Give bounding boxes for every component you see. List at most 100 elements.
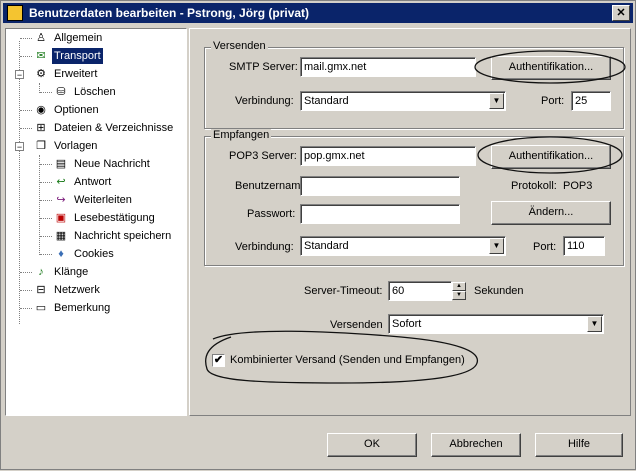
receive-port-label: Port: <box>533 241 557 253</box>
timeout-spinner[interactable]: ▲ ▼ <box>452 282 466 300</box>
tree-item-label: Erweitert <box>54 68 98 80</box>
send-auth-button[interactable]: Authentifikation... <box>491 56 611 80</box>
timeout-label: Server-Timeout: <box>304 285 383 297</box>
password-input[interactable] <box>300 204 460 224</box>
tree-line <box>40 164 52 165</box>
app-icon <box>7 5 23 21</box>
send-mode-select[interactable]: Sofort ▼ <box>388 314 604 334</box>
combined-send-checkbox[interactable]: ✔ <box>212 354 225 367</box>
tree-line <box>40 200 52 201</box>
note-icon: ▭ <box>35 302 47 314</box>
send-connection-value: Standard <box>304 95 349 107</box>
window-title: Benutzerdaten bearbeiten - Pstrong, Jörg… <box>29 6 310 20</box>
cancel-button[interactable]: Abbrechen <box>431 433 521 457</box>
tree-item-label: Allgemein <box>54 32 103 44</box>
smtp-label: SMTP Server: <box>229 61 298 73</box>
tree-item-label: Vorlagen <box>54 140 98 152</box>
reply-icon: ↩ <box>56 176 66 188</box>
receive-group: Empfangen POP3 Server: pop.gmx.net Authe… <box>204 129 624 266</box>
pop3-label: POP3 Server: <box>229 150 297 162</box>
tree-item-label: Dateien & Verzeichnisse <box>54 122 174 134</box>
send-connection-select[interactable]: Standard ▼ <box>300 91 506 111</box>
protocol-label: Protokoll: <box>511 180 557 192</box>
dialog-window: Benutzerdaten bearbeiten - Pstrong, Jörg… <box>0 0 636 470</box>
username-input[interactable] <box>300 176 460 196</box>
sound-icon: ♪ <box>38 266 44 278</box>
receive-connection-label: Verbindung: <box>235 241 294 253</box>
password-label: Passwort: <box>247 208 296 220</box>
tree-line <box>40 236 52 237</box>
change-button[interactable]: Ändern... <box>491 201 611 225</box>
combined-send-label[interactable]: Kombinierter Versand (Senden und Empfang… <box>230 354 465 366</box>
settings-tree: − − ♙ Allgemein ✉ Transport ⚙ Erweitert … <box>5 28 187 416</box>
receive-connection-select[interactable]: Standard ▼ <box>300 236 506 256</box>
tree-line <box>20 110 32 111</box>
templates-icon: ❐ <box>36 140 46 152</box>
tree-item-label: Löschen <box>74 86 116 98</box>
spin-down-icon[interactable]: ▼ <box>452 291 466 300</box>
send-group: Versenden SMTP Server: mail.gmx.net Auth… <box>204 40 624 129</box>
network-icon: ⚙ <box>36 68 46 80</box>
tree-line <box>20 56 32 57</box>
folders-icon: ⊞ <box>36 122 46 134</box>
tree-line <box>20 38 32 39</box>
close-button[interactable]: ✕ <box>612 5 630 21</box>
cookie-icon: ♦ <box>58 248 64 260</box>
tree-item-label: Nachricht speichern <box>74 230 172 242</box>
options-icon: ◉ <box>36 104 46 116</box>
send-connection-label: Verbindung: <box>235 95 294 107</box>
tree-line <box>40 92 52 93</box>
tree-item-label: Bemerkung <box>54 302 111 314</box>
tree-line <box>20 308 32 309</box>
tree-item-label: Transport <box>52 48 103 64</box>
tree-line <box>39 155 40 255</box>
document-icon: ▤ <box>55 158 67 170</box>
tree-line <box>40 254 52 255</box>
tree-line <box>20 128 32 129</box>
network-icon: ⊟ <box>36 284 46 296</box>
protocol-value: POP3 <box>563 180 593 192</box>
receive-group-title: Empfangen <box>211 129 272 141</box>
receive-auth-button[interactable]: Authentifikation... <box>491 145 611 169</box>
receipt-icon: ▣ <box>55 212 67 224</box>
transport-panel: Versenden SMTP Server: mail.gmx.net Auth… <box>189 28 631 416</box>
chevron-down-icon[interactable]: ▼ <box>489 238 504 254</box>
chevron-down-icon[interactable]: ▼ <box>489 93 504 109</box>
tree-item-label: Weiterleiten <box>74 194 132 206</box>
tree-item-label: Optionen <box>54 104 99 116</box>
transport-icon: ✉ <box>36 50 46 62</box>
timeout-input[interactable]: 60 <box>388 281 452 301</box>
send-mode-value: Sofort <box>392 318 422 330</box>
person-icon: ♙ <box>36 32 46 44</box>
help-button[interactable]: Hilfe <box>535 433 623 457</box>
receive-port-input[interactable]: 110 <box>563 236 605 256</box>
tree-item-label: Cookies <box>74 248 114 260</box>
pop3-server-input[interactable]: pop.gmx.net <box>300 146 476 166</box>
timeout-unit: Sekunden <box>474 285 524 297</box>
tree-item-label: Neue Nachricht <box>74 158 150 170</box>
tree-line <box>19 41 20 324</box>
tree-line <box>40 182 52 183</box>
tree-item-label: Lesebestätigung <box>74 212 155 224</box>
tree-expander-erweitert[interactable]: − <box>15 70 24 80</box>
receive-connection-value: Standard <box>304 240 349 252</box>
send-port-input[interactable]: 25 <box>571 91 611 111</box>
tree-line <box>20 290 32 291</box>
tree-line <box>20 272 32 273</box>
tree-line <box>40 218 52 219</box>
database-icon: ⛁ <box>56 86 66 98</box>
forward-icon: ↪ <box>56 194 66 206</box>
tree-item-label: Antwort <box>74 176 112 188</box>
smtp-server-input[interactable]: mail.gmx.net <box>300 57 476 77</box>
spin-up-icon[interactable]: ▲ <box>452 282 466 291</box>
username-label: Benutzername: <box>235 180 310 192</box>
send-mode-label: Versenden <box>330 319 383 331</box>
send-port-label: Port: <box>541 95 565 107</box>
ok-button[interactable]: OK <box>327 433 417 457</box>
tree-expander-vorlagen[interactable]: − <box>15 142 24 152</box>
title-bar: Benutzerdaten bearbeiten - Pstrong, Jörg… <box>3 3 633 23</box>
save-icon: ▦ <box>55 230 67 242</box>
chevron-down-icon[interactable]: ▼ <box>587 316 602 332</box>
send-group-title: Versenden <box>211 40 268 52</box>
tree-item-label: Klänge <box>54 266 89 278</box>
